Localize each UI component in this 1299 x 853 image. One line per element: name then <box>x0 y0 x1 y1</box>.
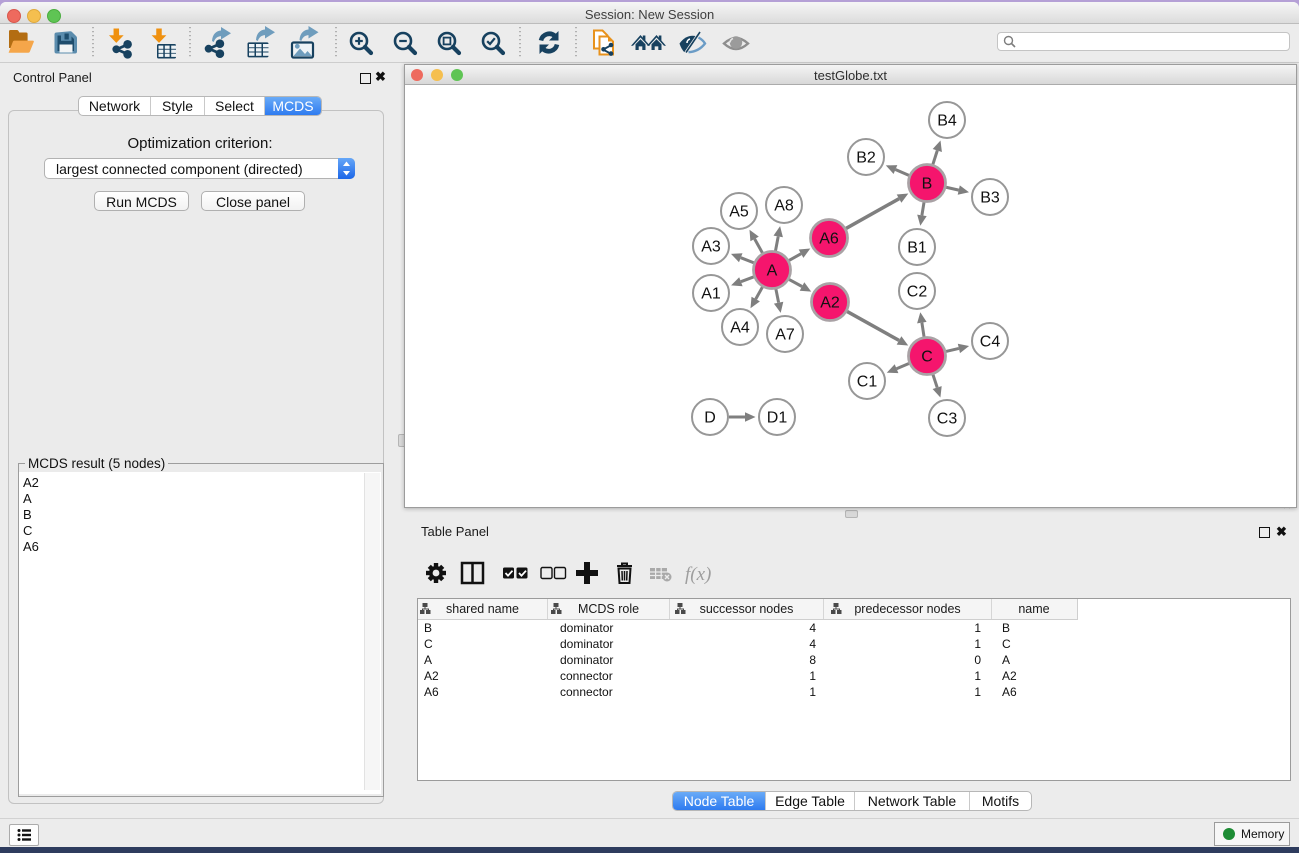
svg-text:D1: D1 <box>767 410 788 427</box>
svg-text:B3: B3 <box>980 190 1000 207</box>
svg-text:B2: B2 <box>856 150 876 167</box>
svg-text:f(x): f(x) <box>685 564 711 585</box>
svg-text:C2: C2 <box>907 284 928 301</box>
svg-text:C3: C3 <box>937 411 958 428</box>
svg-text:A3: A3 <box>701 239 721 256</box>
svg-text:A1: A1 <box>701 286 721 303</box>
svg-text:A7: A7 <box>775 327 795 344</box>
svg-text:A: A <box>767 263 778 280</box>
svg-text:B: B <box>922 176 933 193</box>
svg-text:A2: A2 <box>820 295 840 312</box>
svg-text:D: D <box>704 410 716 427</box>
svg-text:C: C <box>921 349 933 366</box>
svg-text:A8: A8 <box>774 198 794 215</box>
svg-text:A4: A4 <box>730 320 750 337</box>
svg-text:A5: A5 <box>729 204 749 221</box>
svg-text:B4: B4 <box>937 113 957 130</box>
svg-text:C4: C4 <box>980 334 1001 351</box>
svg-text:A6: A6 <box>819 231 839 248</box>
svg-text:B1: B1 <box>907 240 927 257</box>
svg-text:C1: C1 <box>857 374 878 391</box>
